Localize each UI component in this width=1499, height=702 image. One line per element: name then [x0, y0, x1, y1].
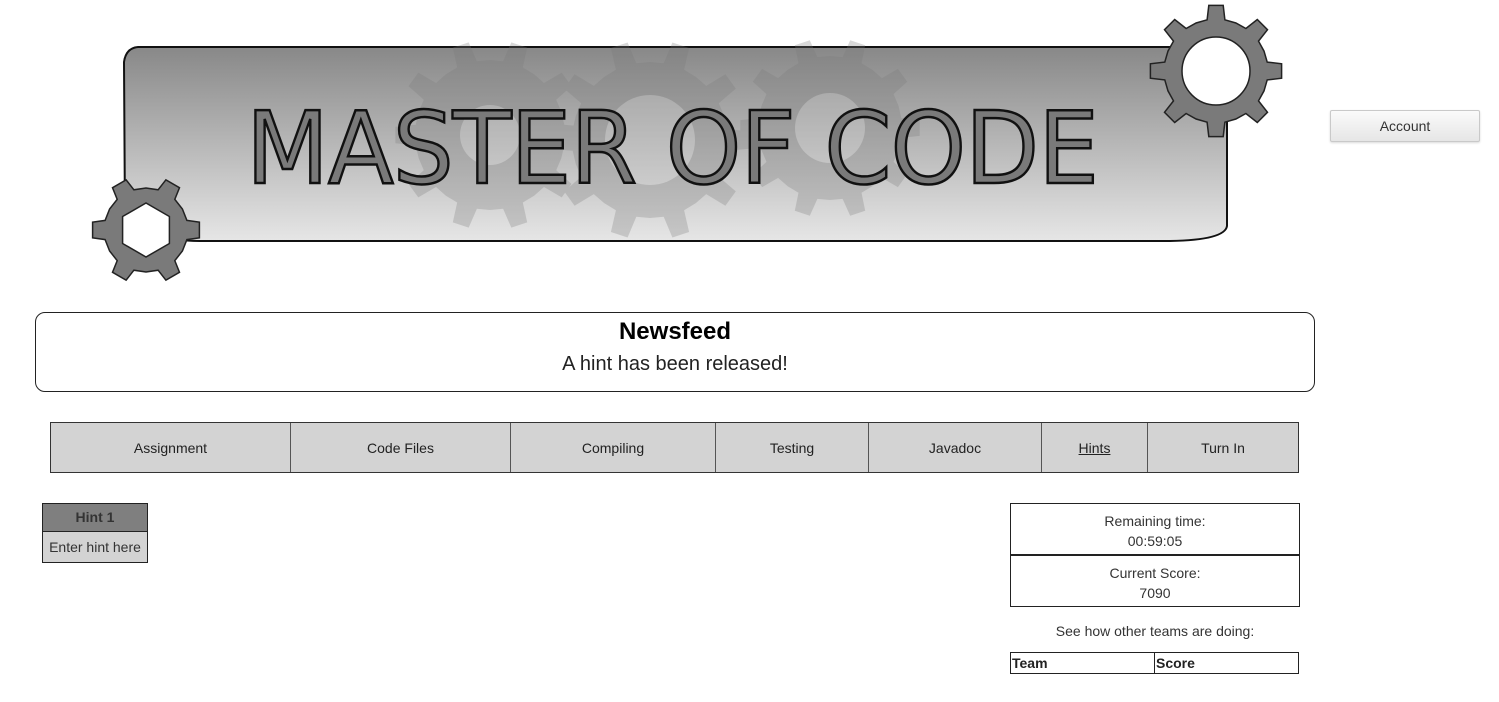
tab-label: Hints: [1078, 439, 1111, 456]
newsfeed-message: A hint has been released!: [562, 353, 788, 375]
remaining-time-box: Remaining time: 00:59:05: [1010, 503, 1300, 555]
tab-label: Javadoc: [928, 439, 982, 456]
table-header-team: Team: [1010, 652, 1155, 674]
remaining-time-value: 00:59:05: [1127, 533, 1183, 549]
tab-javadoc[interactable]: Javadoc: [869, 423, 1042, 472]
hint-title: Hint 1: [43, 504, 147, 532]
teams-label: See how other teams are doing:: [1055, 623, 1255, 639]
main-tabs: Assignment Code Files Compiling Testing …: [50, 422, 1299, 473]
tab-hints[interactable]: Hints: [1042, 423, 1148, 472]
tab-label: Compiling: [581, 439, 645, 456]
newsfeed-panel: Newsfeed A hint has been released!: [35, 312, 1315, 392]
table-header-score: Score: [1154, 652, 1299, 674]
tab-assignment[interactable]: Assignment: [51, 423, 291, 472]
tab-label: Testing: [769, 439, 815, 456]
hint-card: Hint 1 Enter hint here: [42, 503, 148, 563]
tab-testing[interactable]: Testing: [716, 423, 869, 472]
tab-compiling[interactable]: Compiling: [511, 423, 716, 472]
team-score-table: Team Score: [1010, 652, 1299, 674]
account-button[interactable]: Account: [1330, 110, 1480, 142]
current-score-box: Current Score: 7090: [1010, 555, 1300, 607]
current-score-value: 7090: [1139, 585, 1171, 601]
tab-label: Turn In: [1201, 439, 1245, 456]
tab-label: Code Files: [367, 439, 434, 456]
newsfeed-title: Newsfeed: [618, 318, 732, 345]
tab-turn-in[interactable]: Turn In: [1148, 423, 1298, 472]
gear-hole: [1181, 36, 1251, 106]
gear-icon: [1149, 4, 1283, 138]
tab-label: Assignment: [133, 439, 208, 456]
master-of-code-banner: MASTER OF CODE: [91, 4, 1283, 282]
hint-input[interactable]: Enter hint here: [43, 532, 147, 562]
remaining-time-label: Remaining time:: [1104, 513, 1206, 529]
tab-code-files[interactable]: Code Files: [291, 423, 511, 472]
logo-text: MASTER OF CODE: [246, 90, 1098, 207]
current-score-label: Current Score:: [1109, 565, 1201, 581]
